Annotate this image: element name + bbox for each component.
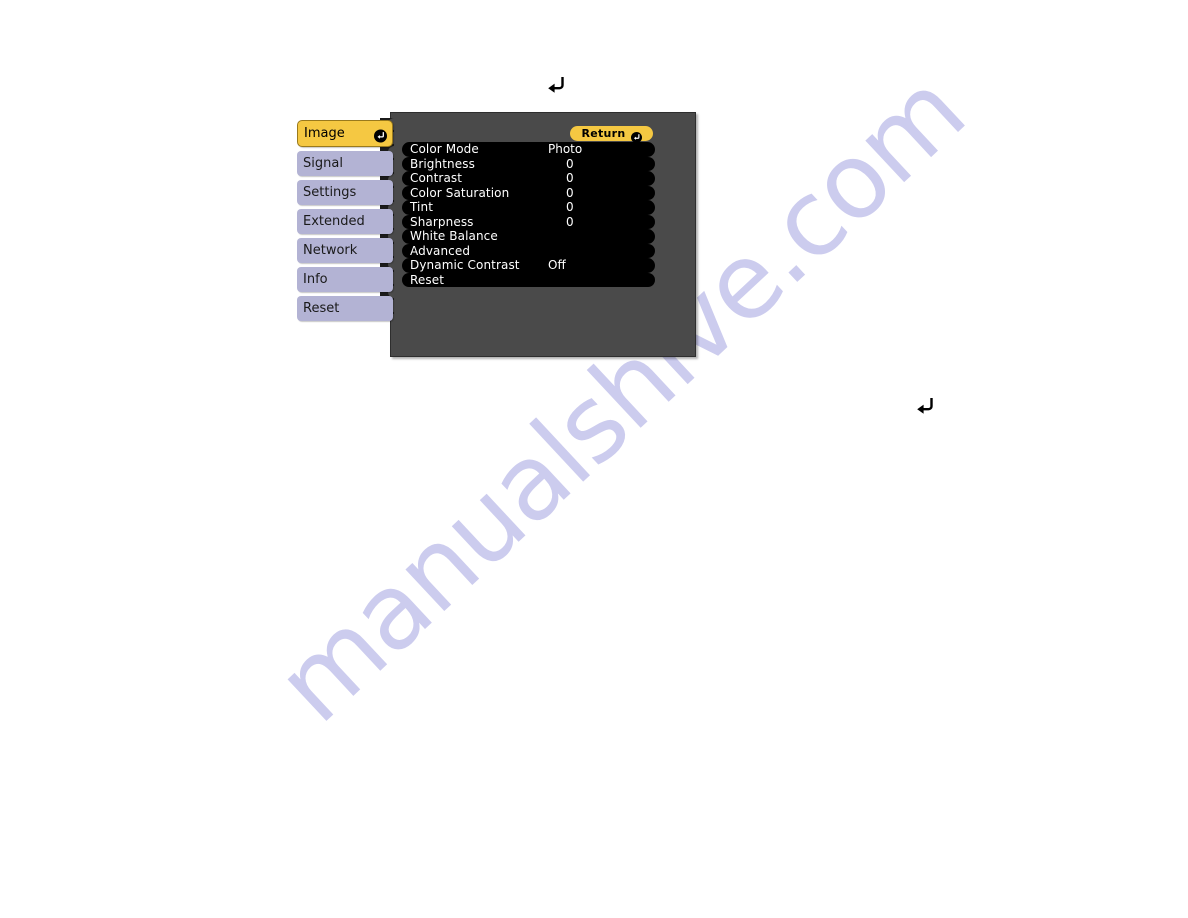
osd-sidebar: Image Signal Settings Extended Network I… <box>297 120 393 325</box>
sidebar-item-label: Reset <box>303 301 340 316</box>
menu-row-label: Sharpness <box>410 214 474 229</box>
menu-row-value: Off <box>548 258 566 273</box>
image-menu-option-list: Color Mode Photo Brightness 0 Contrast 0… <box>402 142 655 287</box>
menu-row-value: 0 <box>566 214 574 229</box>
menu-row-label: Advanced <box>410 243 471 258</box>
sidebar-item-signal[interactable]: Signal <box>297 151 393 176</box>
enter-icon-right <box>914 395 936 417</box>
sidebar-item-image[interactable]: Image <box>297 120 393 147</box>
menu-row-value: Photo <box>548 142 583 157</box>
sidebar-item-reset[interactable]: Reset <box>297 296 393 321</box>
menu-row-color-saturation[interactable]: Color Saturation 0 <box>402 185 655 200</box>
enter-icon-top <box>545 74 567 96</box>
menu-row-label: Contrast <box>410 171 463 186</box>
menu-row-label: White Balance <box>410 229 498 244</box>
menu-row-label: Dynamic Contrast <box>410 258 520 273</box>
menu-row-label: Tint <box>410 200 434 215</box>
menu-row-value: 0 <box>566 156 574 171</box>
menu-row-brightness[interactable]: Brightness 0 <box>402 156 655 171</box>
sidebar-item-extended[interactable]: Extended <box>297 209 393 234</box>
menu-row-label: Color Saturation <box>410 185 510 200</box>
menu-row-label: Brightness <box>410 156 475 171</box>
sidebar-item-info[interactable]: Info <box>297 267 393 292</box>
sidebar-item-settings[interactable]: Settings <box>297 180 393 205</box>
menu-row-sharpness[interactable]: Sharpness 0 <box>402 214 655 229</box>
menu-row-reset[interactable]: Reset <box>402 272 655 287</box>
sidebar-item-label: Network <box>303 243 358 258</box>
return-button-label: Return <box>581 127 626 140</box>
menu-row-white-balance[interactable]: White Balance <box>402 229 655 244</box>
menu-row-contrast[interactable]: Contrast 0 <box>402 171 655 186</box>
menu-row-tint[interactable]: Tint 0 <box>402 200 655 215</box>
menu-row-value: 0 <box>566 185 574 200</box>
menu-row-value: 0 <box>566 171 574 186</box>
sidebar-item-label: Extended <box>303 214 365 229</box>
menu-row-label: Color Mode <box>410 142 479 157</box>
sidebar-item-label: Settings <box>303 185 357 200</box>
sidebar-item-network[interactable]: Network <box>297 238 393 263</box>
menu-row-label: Reset <box>410 272 445 287</box>
menu-row-dynamic-contrast[interactable]: Dynamic Contrast Off <box>402 258 655 273</box>
sidebar-item-label: Info <box>303 272 328 287</box>
menu-row-color-mode[interactable]: Color Mode Photo <box>402 142 655 157</box>
menu-row-value: 0 <box>566 200 574 215</box>
sidebar-item-label: Image <box>304 126 345 141</box>
sidebar-item-label: Signal <box>303 156 343 171</box>
enter-icon <box>630 128 642 143</box>
enter-icon <box>374 127 387 142</box>
return-button[interactable]: Return <box>570 126 653 143</box>
menu-row-advanced[interactable]: Advanced <box>402 243 655 258</box>
